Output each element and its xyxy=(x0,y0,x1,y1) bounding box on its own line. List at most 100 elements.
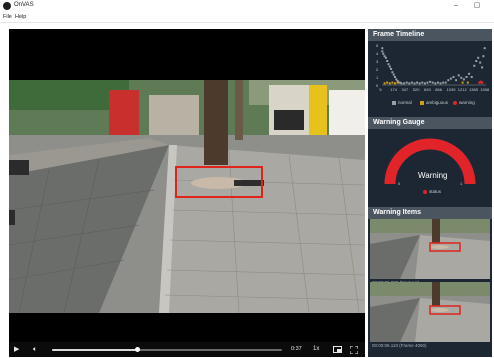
time-display: 0:37 xyxy=(291,346,302,352)
timeline-y-tick: 2 xyxy=(376,67,379,72)
timeline-x-tick: 693 xyxy=(424,87,431,92)
timeline-point-normal xyxy=(381,47,384,50)
timeline-point-normal xyxy=(386,60,389,62)
timeline-point-normal xyxy=(452,76,455,78)
timeline-point-normal xyxy=(439,82,442,85)
timeline-point-normal xyxy=(382,52,385,55)
frame-timeline-header: Frame Timeline xyxy=(368,29,492,41)
timeline-point-ambiguous xyxy=(394,82,396,85)
warning-item-thumbnail[interactable] xyxy=(370,282,490,342)
timeline-point-ambiguous xyxy=(383,82,386,85)
warning-gauge-header: Warning Gauge xyxy=(368,117,492,129)
minimize-button[interactable]: – xyxy=(449,0,463,11)
warning-gauge-panel: Warning 0 1 status xyxy=(368,129,492,204)
warning-item-thumbnail[interactable] xyxy=(370,219,490,279)
timeline-point-ambiguous xyxy=(461,81,464,84)
timeline-point-normal xyxy=(429,80,432,83)
maximize-button[interactable]: ▢ xyxy=(470,0,484,11)
timeline-point-normal xyxy=(408,82,411,85)
menu-help[interactable]: Help xyxy=(15,13,26,21)
timeline-point-normal xyxy=(455,79,458,82)
timeline-x-tick: 866 xyxy=(435,87,442,92)
legend-ambiguous-swatch xyxy=(420,101,424,105)
timeline-point-normal xyxy=(388,65,391,68)
timeline-point-normal xyxy=(381,50,384,53)
warning-thumbnail-image xyxy=(370,219,490,279)
timeline-y-tick: 1 xyxy=(376,75,379,80)
timeline-point-normal xyxy=(449,77,452,80)
timeline-point-normal xyxy=(479,61,482,64)
timeline-point-normal xyxy=(468,72,471,75)
legend-warning-label: warning xyxy=(459,100,475,105)
timeline-point-normal xyxy=(392,73,395,76)
legend-warning-swatch xyxy=(453,101,457,105)
timeline-point-ambiguous xyxy=(466,81,469,84)
video-player[interactable] xyxy=(9,29,365,342)
timeline-point-ambiguous xyxy=(388,82,391,85)
frame-timeline-panel: normal ambiguous warning 5 4 3 2 1 0 5 174 347 52… xyxy=(368,41,492,113)
timeline-point-normal xyxy=(477,56,480,59)
timeline-point-warning xyxy=(480,81,484,84)
detection-bounding-box[interactable] xyxy=(175,166,263,198)
timeline-point-ambiguous xyxy=(386,81,389,84)
timeline-point-normal xyxy=(405,81,408,84)
timeline-point-normal xyxy=(470,76,473,78)
timeline-point-normal xyxy=(431,81,434,84)
timeline-point-normal xyxy=(481,66,484,69)
timeline-x-tick: 347 xyxy=(401,87,409,92)
timeline-point-normal xyxy=(410,81,413,84)
timeline-y-tick: 4 xyxy=(376,51,379,56)
warning-thumbnail-image xyxy=(370,282,490,342)
timeline-x-tick: 1039 xyxy=(446,87,456,92)
timeline-point-normal xyxy=(434,82,437,85)
timeline-x-tick: 1212 xyxy=(457,87,467,92)
timeline-point-normal xyxy=(394,76,396,78)
volume-icon[interactable]: 🔈︎ xyxy=(33,344,37,355)
menu-bar: File Help xyxy=(0,12,494,23)
timeline-point-normal xyxy=(423,82,426,85)
timeline-point-normal xyxy=(384,56,387,59)
timeline-point-normal xyxy=(416,81,419,84)
timeline-point-normal xyxy=(442,81,445,84)
timeline-point-normal xyxy=(436,81,439,84)
warning-item-caption: 00:00:06.110 (Frame 4060) xyxy=(372,343,427,348)
timeline-point-normal xyxy=(460,76,463,79)
gauge-status-swatch xyxy=(423,190,427,194)
window-titlebar: OnVAS – ▢ xyxy=(0,0,494,12)
progress-fill xyxy=(52,349,138,351)
gauge-min-label: 0 xyxy=(398,181,401,186)
timeline-x-tick: 5 xyxy=(379,87,382,92)
video-frame xyxy=(9,80,365,313)
play-icon[interactable]: ▶ xyxy=(14,344,19,355)
menu-file[interactable]: File xyxy=(3,13,12,21)
timeline-point-normal xyxy=(483,47,486,50)
timeline-point-ambiguous xyxy=(396,81,399,84)
picture-in-picture-icon[interactable] xyxy=(333,344,342,357)
gauge-value-label: Warning xyxy=(418,171,448,180)
timeline-point-normal xyxy=(418,82,421,85)
app-logo-icon xyxy=(3,2,11,10)
progress-handle[interactable] xyxy=(135,347,141,352)
timeline-point-normal xyxy=(403,82,406,85)
timeline-point-normal xyxy=(426,81,429,84)
player-controls: ▶ 🔈︎ 0:37 1x xyxy=(9,342,365,357)
legend-normal-swatch xyxy=(392,101,396,105)
timeline-y-tick: 5 xyxy=(376,43,379,48)
fullscreen-icon[interactable] xyxy=(349,344,359,358)
timeline-point-normal xyxy=(413,82,416,85)
timeline-point-normal xyxy=(400,82,403,85)
timeline-x-tick: 520 xyxy=(412,87,420,92)
timeline-point-normal xyxy=(473,64,476,67)
timeline-y-tick: 0 xyxy=(376,83,379,88)
timeline-x-tick: 1385 xyxy=(469,87,478,92)
progress-bar[interactable] xyxy=(52,347,282,352)
playback-speed-button[interactable]: 1x xyxy=(313,344,319,355)
timeline-x-tick: 174 xyxy=(390,87,397,92)
timeline-point-normal xyxy=(482,55,485,58)
timeline-point-normal xyxy=(462,78,465,81)
gauge-max-label: 1 xyxy=(460,181,463,186)
timeline-point-normal xyxy=(465,76,468,78)
timeline-point-normal xyxy=(457,74,460,77)
timeline-point-normal xyxy=(447,79,450,82)
legend-normal-label: normal xyxy=(398,100,412,105)
